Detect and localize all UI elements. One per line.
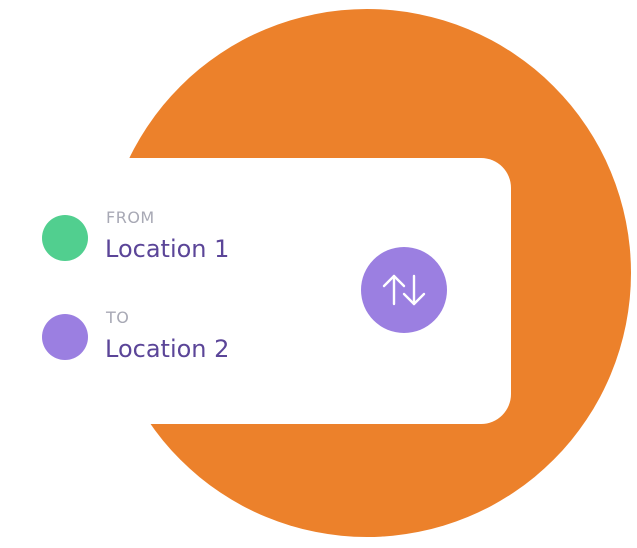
- swap-vertical-arrows-icon: [382, 274, 426, 306]
- from-label: FROM: [106, 208, 155, 227]
- destination-dot-icon: [42, 314, 88, 360]
- origin-dot-icon: [42, 215, 88, 261]
- to-label: TO: [106, 308, 130, 327]
- to-location-value[interactable]: Location 2: [105, 335, 229, 363]
- route-card: FROM Location 1 TO Location 2: [0, 158, 511, 424]
- swap-locations-button[interactable]: [361, 247, 447, 333]
- from-location-value[interactable]: Location 1: [105, 235, 229, 263]
